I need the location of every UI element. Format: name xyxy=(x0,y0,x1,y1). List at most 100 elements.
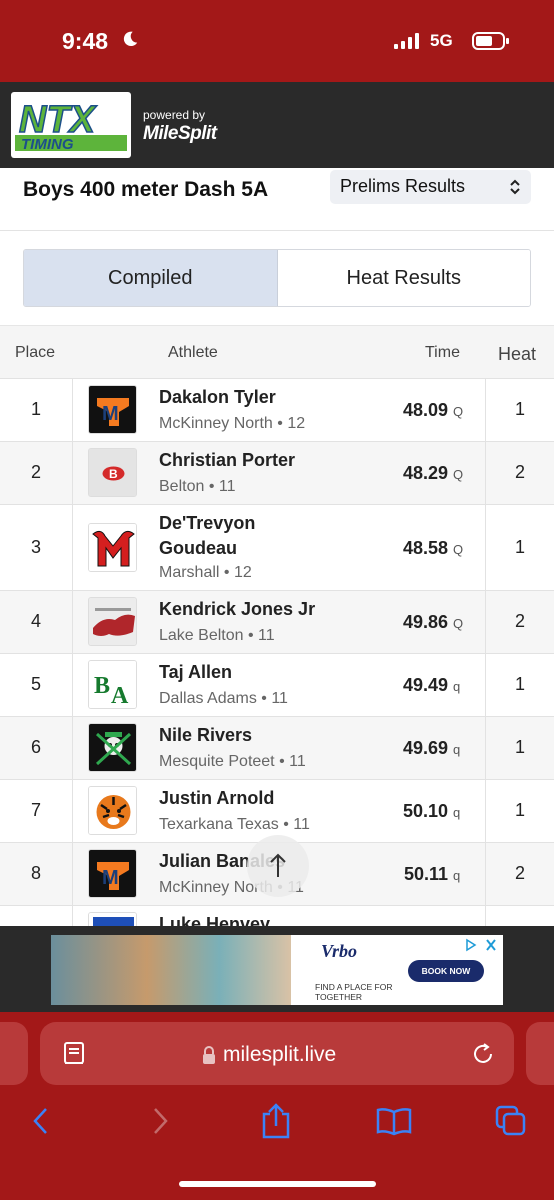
round-select-value: Prelims Results xyxy=(340,176,466,196)
share-icon[interactable] xyxy=(259,1102,293,1140)
athlete-name[interactable]: Taj Allen xyxy=(159,660,299,685)
tabs-icon[interactable] xyxy=(494,1104,528,1138)
ad-brand: Vrbo xyxy=(321,941,358,961)
result-time: 48.29 xyxy=(402,463,448,483)
place: 6 xyxy=(30,737,41,757)
qualifier: q xyxy=(453,805,461,820)
table-row[interactable]: 3 De'Trevyon Goudeau Marshall • 12 48.58… xyxy=(0,504,554,590)
athlete-name[interactable]: De'Trevyon Goudeau xyxy=(159,511,299,561)
round-select[interactable]: Prelims Results xyxy=(330,170,531,204)
previous-tab-card[interactable] xyxy=(0,1022,28,1085)
athlete-name[interactable]: Kendrick Jones Jr xyxy=(159,597,339,622)
school-logo-texarkana-texas xyxy=(88,786,137,835)
reload-icon[interactable] xyxy=(470,1041,496,1067)
result-time: 48.58 xyxy=(402,538,448,558)
header-athlete: Athlete xyxy=(168,344,218,361)
qualifier: Q xyxy=(453,467,464,482)
athlete-school: Dallas Adams • 11 xyxy=(159,690,288,707)
svg-text:B: B xyxy=(94,673,110,699)
ntx-timing-logo[interactable]: NTX TIMING xyxy=(11,92,131,158)
athlete-school: Mesquite Poteet • 11 xyxy=(159,753,306,770)
heat: 2 xyxy=(514,462,525,482)
table-row[interactable]: 7 Justin Arnold Texarkana Texas • 11 50.… xyxy=(0,779,554,842)
place: 7 xyxy=(30,800,41,820)
result-time: 50.10 xyxy=(402,801,448,821)
svg-text:M: M xyxy=(102,867,119,889)
clock: 9:48 xyxy=(62,28,109,54)
tab-heat-results[interactable]: Heat Results xyxy=(277,250,530,306)
heat: 1 xyxy=(514,537,525,557)
svg-text:B: B xyxy=(109,467,118,481)
heat: 1 xyxy=(514,800,525,820)
athlete-name[interactable]: Dakalon Tyler xyxy=(159,385,299,410)
next-tab-card[interactable] xyxy=(526,1022,554,1085)
school-logo-lake-belton xyxy=(88,597,137,646)
event-title: Boys 400 meter Dash 5A xyxy=(23,178,269,201)
arrow-up-icon xyxy=(270,853,286,877)
table-row[interactable]: 1 M Dakalon Tyler McKinney North • 12 48… xyxy=(0,378,554,441)
svg-text:NTX: NTX xyxy=(19,99,98,141)
ad-tagline: FIND A PLACE FOR TOGETHER xyxy=(315,982,393,1002)
milesplit-brand: MileSplit xyxy=(143,123,217,144)
athlete-name[interactable]: Christian Porter xyxy=(159,448,299,473)
school-logo-mckinney-north: M xyxy=(88,385,137,434)
ad-banner[interactable]: Vrbo FIND A PLACE FOR TOGETHER BOOK NOW xyxy=(51,935,503,1005)
result-time: 48.09 xyxy=(402,400,448,420)
qualifier: q xyxy=(453,679,461,694)
back-icon[interactable] xyxy=(28,1105,54,1137)
svg-text:TIMING: TIMING xyxy=(21,136,74,153)
forward-icon[interactable] xyxy=(147,1105,173,1137)
tab-compiled[interactable]: Compiled xyxy=(24,250,278,306)
moon-icon xyxy=(123,31,138,47)
result-time: 49.49 xyxy=(402,675,448,695)
powered-by-label: powered by xyxy=(143,108,206,122)
header-time: Time xyxy=(425,344,460,361)
ad-choices-icon[interactable] xyxy=(459,938,499,952)
result-time: 49.69 xyxy=(402,738,448,758)
heat: 2 xyxy=(514,863,525,883)
heat: 1 xyxy=(514,674,525,694)
qualifier: q xyxy=(453,868,461,883)
place: 2 xyxy=(30,462,41,482)
qualifier: Q xyxy=(453,404,464,419)
scroll-to-top-button[interactable] xyxy=(247,835,309,897)
svg-text:A: A xyxy=(111,683,129,709)
school-logo-dallas-adams: BA xyxy=(88,660,137,709)
svg-text:M: M xyxy=(102,403,119,425)
reader-icon[interactable] xyxy=(62,1041,86,1067)
athlete-school: Marshall • 12 xyxy=(159,564,252,581)
ad-cta-button[interactable]: BOOK NOW xyxy=(408,960,484,982)
chevron-updown-icon xyxy=(510,179,520,195)
header-heat: Heat xyxy=(498,344,537,364)
qualifier: Q xyxy=(453,542,464,557)
powered-by: powered by MileSplit xyxy=(143,108,217,145)
place: 8 xyxy=(30,863,41,883)
site-header: NTX TIMING powered by MileSplit xyxy=(0,82,554,168)
signal-icon xyxy=(394,33,419,49)
place: 3 xyxy=(30,537,41,557)
table-row[interactable]: 4 Kendrick Jones Jr Lake Belton • 11 49.… xyxy=(0,590,554,653)
lock-icon xyxy=(203,1046,215,1064)
heat: 1 xyxy=(514,399,525,419)
result-time: 49.86 xyxy=(402,612,448,632)
athlete-name[interactable]: Justin Arnold xyxy=(159,786,299,811)
athlete-name[interactable]: Nile Rivers xyxy=(159,723,299,748)
school-logo-mesquite-poteet xyxy=(88,723,137,772)
network-label: 5G xyxy=(430,31,453,50)
school-logo-belton: B xyxy=(88,448,137,497)
divider xyxy=(0,230,554,231)
table-row[interactable]: 5 BA Taj Allen Dallas Adams • 11 49.49 q… xyxy=(0,653,554,716)
place: 4 xyxy=(30,611,41,631)
qualifier: Q xyxy=(453,616,464,631)
school-logo-marshall xyxy=(88,523,137,572)
heat: 2 xyxy=(514,611,525,631)
table-row[interactable]: 6 Nile Rivers Mesquite Poteet • 11 49.69… xyxy=(0,716,554,779)
table-header: Place Athlete Time Heat xyxy=(0,325,554,378)
heat: 1 xyxy=(514,737,525,757)
url-text[interactable]: milesplit.live xyxy=(223,1043,336,1067)
bookmarks-icon[interactable] xyxy=(375,1106,413,1136)
ad-photo xyxy=(51,935,291,1005)
status-bar: 9:48 5G xyxy=(0,0,554,82)
table-row[interactable]: 2 B Christian Porter Belton • 11 48.29 Q… xyxy=(0,441,554,504)
place: 5 xyxy=(30,674,41,694)
